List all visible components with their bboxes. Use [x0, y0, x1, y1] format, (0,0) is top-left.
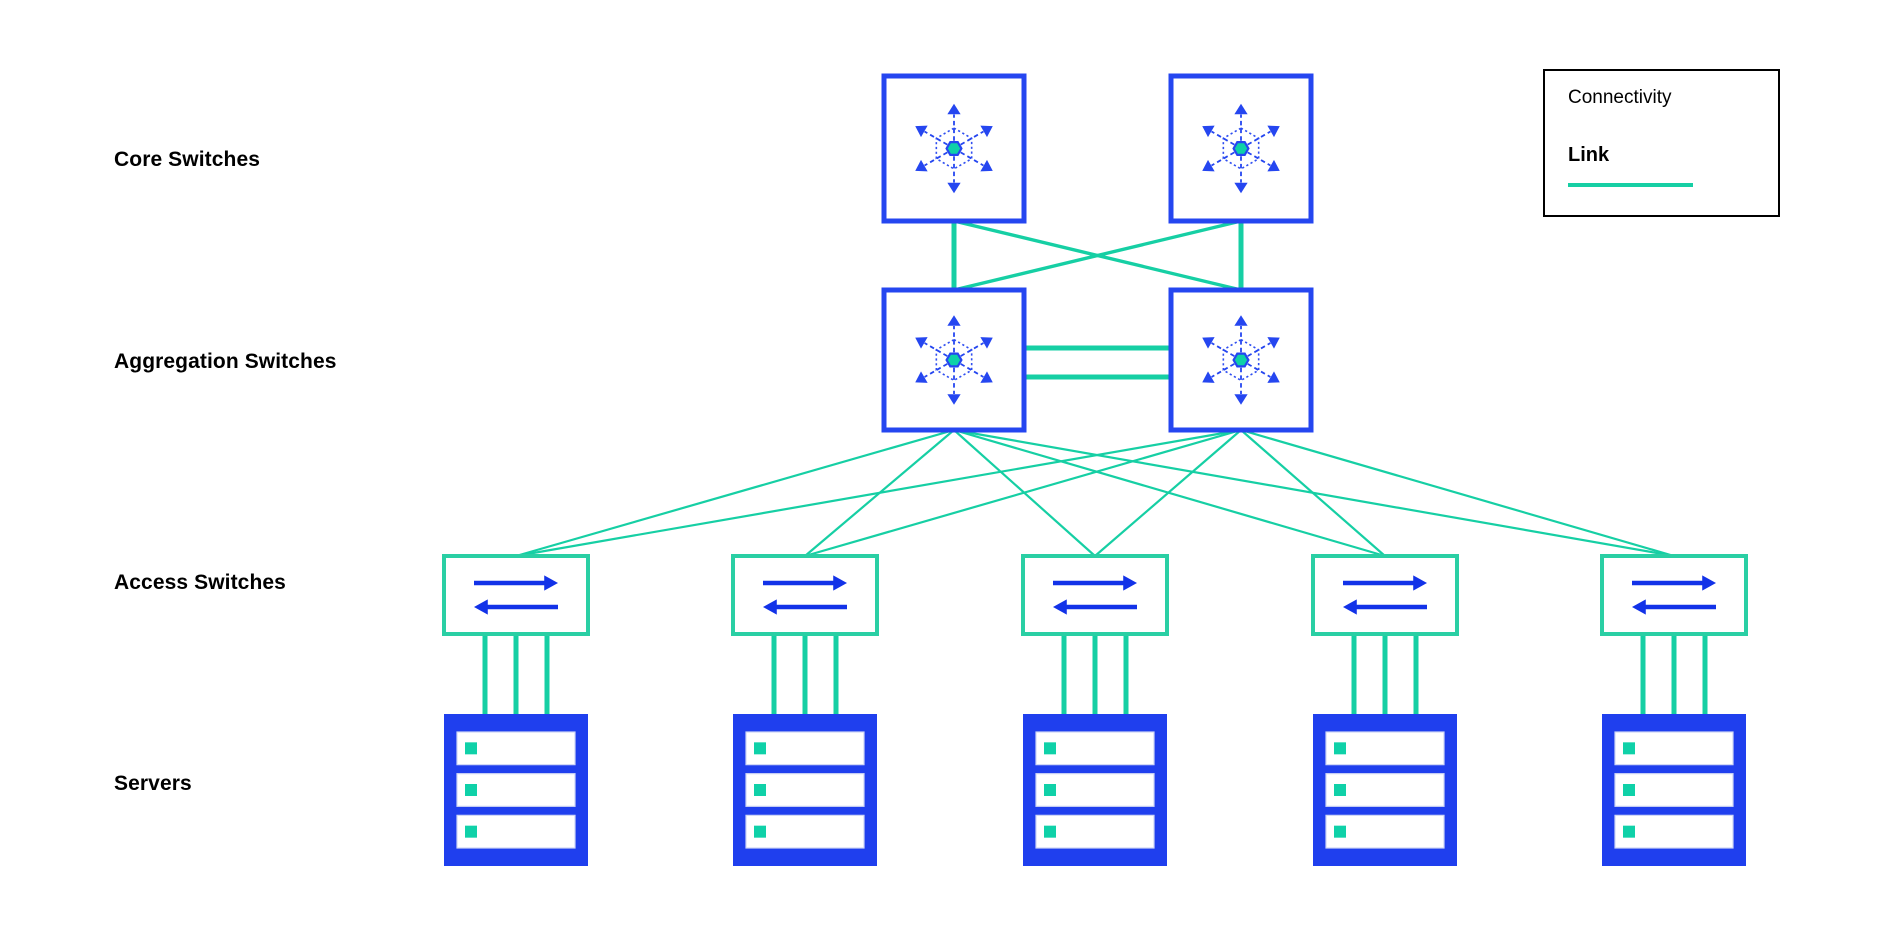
server-rack-icon	[444, 714, 588, 866]
aggregation-switch[interactable]	[1168, 287, 1314, 433]
core-switch[interactable]	[1168, 73, 1314, 224]
core-switch[interactable]	[881, 73, 1027, 224]
server-status-led	[1334, 784, 1346, 796]
server-rack[interactable]	[1313, 714, 1457, 866]
row-label-core: Core Switches	[114, 148, 261, 171]
server-rack[interactable]	[1023, 714, 1167, 866]
server-status-led	[754, 825, 766, 838]
server-status-led	[1044, 784, 1056, 796]
mesh-center-node	[1232, 352, 1250, 368]
server-status-led	[754, 742, 766, 755]
server-rack[interactable]	[733, 714, 877, 866]
access-switch[interactable]	[1311, 554, 1459, 636]
link-agg-2-access-4	[1240, 429, 1386, 557]
server-status-led	[465, 784, 477, 796]
server-rack-icon	[1313, 714, 1457, 866]
mesh-center-node	[1232, 140, 1250, 157]
aggregation-switch[interactable]	[881, 287, 1027, 433]
server-rack[interactable]	[1602, 714, 1746, 866]
link-agg-1-access-1	[515, 428, 955, 558]
access-switch[interactable]	[1600, 554, 1748, 636]
server-status-led	[1623, 825, 1635, 838]
row-label-aggregation: Aggregation Switches	[114, 350, 337, 373]
server-rack-icon	[733, 714, 877, 866]
server-status-led	[754, 784, 766, 796]
link-agg-2-access-2	[804, 428, 1242, 558]
link-agg-2-access-5	[1240, 428, 1675, 558]
mesh-center-node	[945, 352, 963, 368]
server-rack-icon	[1023, 714, 1167, 866]
access-switch-box[interactable]	[1600, 554, 1748, 636]
mesh-center-node	[945, 140, 963, 157]
link-agg-2-access-1	[515, 428, 1242, 558]
link-agg-2-access-3	[1094, 429, 1242, 557]
access-switch-box[interactable]	[731, 554, 879, 636]
access-switch-box[interactable]	[442, 554, 590, 636]
legend-swatch-link	[1568, 183, 1693, 187]
server-status-led	[465, 742, 477, 755]
server-status-led	[1623, 742, 1635, 755]
legend-title: Connectivity	[1568, 87, 1672, 108]
server-status-led	[1334, 825, 1346, 838]
server-status-led	[1044, 742, 1056, 755]
legend-entry-label-1: Link	[1568, 144, 1610, 166]
access-switch[interactable]	[442, 554, 590, 636]
server-status-led	[1334, 742, 1346, 755]
row-label-access: Access Switches	[114, 571, 286, 594]
row-label-servers: Servers	[114, 772, 192, 795]
server-status-led	[1044, 825, 1056, 838]
link-layer	[482, 219, 1708, 714]
access-switch[interactable]	[1021, 554, 1169, 636]
access-switch[interactable]	[731, 554, 879, 636]
server-rack-icon	[1602, 714, 1746, 866]
access-switch-box[interactable]	[1311, 554, 1459, 636]
server-rack[interactable]	[444, 714, 588, 866]
server-status-led	[465, 825, 477, 838]
server-status-led	[1623, 784, 1635, 796]
access-switch-box[interactable]	[1021, 554, 1169, 636]
